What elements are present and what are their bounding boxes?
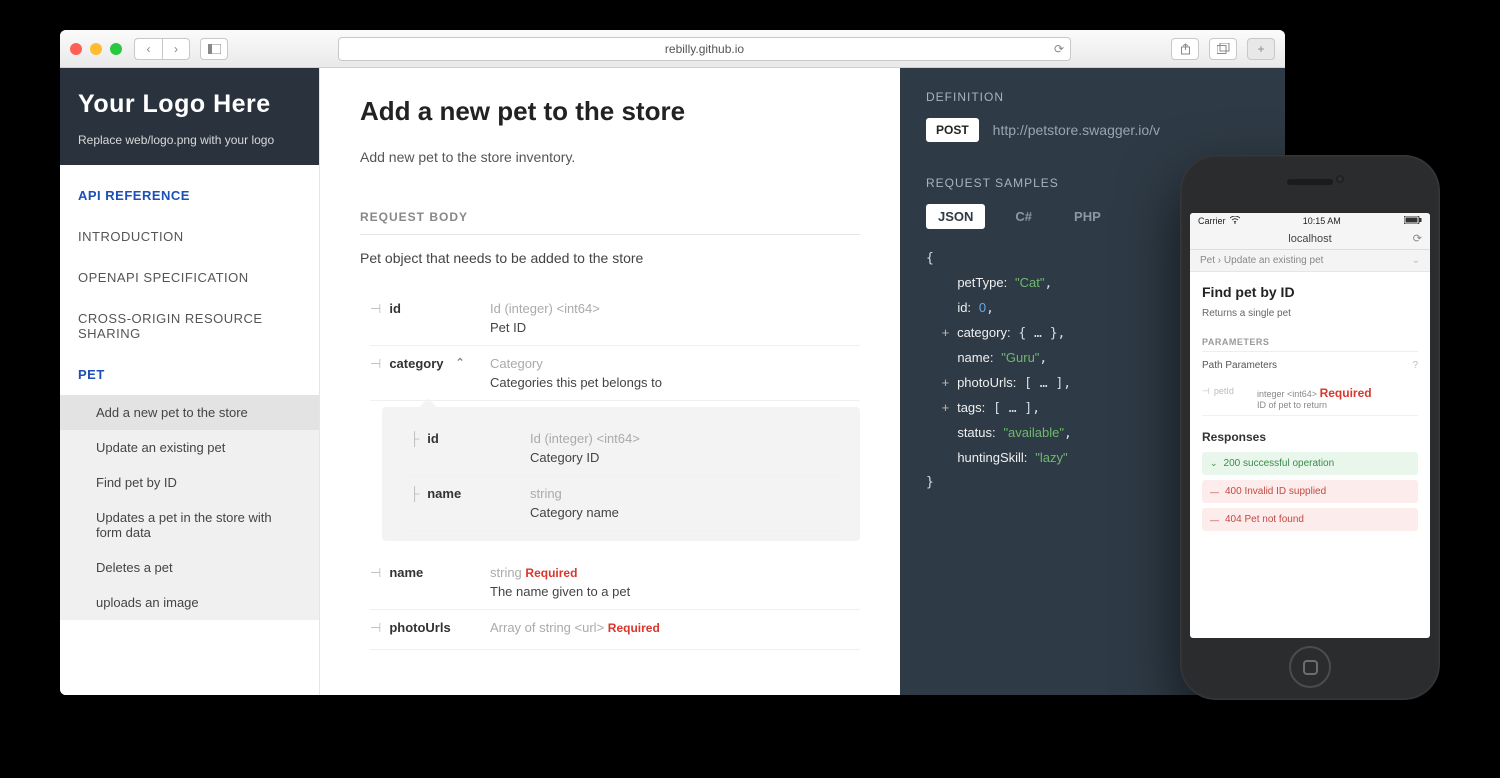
method-badge: POST: [926, 118, 979, 142]
mobile-url: localhost: [1288, 233, 1331, 245]
divider: [360, 234, 860, 235]
url-text: rebilly.github.io: [665, 42, 744, 56]
main: Add a new pet to the store Add new pet t…: [320, 68, 1285, 695]
mobile-main: Find pet by ID Returns a single pet PARA…: [1190, 272, 1430, 638]
response-200[interactable]: ⌄200 successful operation: [1202, 452, 1418, 475]
sidebar-toggle-button[interactable]: [200, 38, 228, 60]
sample-tab[interactable]: JSON: [926, 204, 985, 229]
subnav-item[interactable]: Find pet by ID: [60, 465, 319, 500]
nav-item[interactable]: API REFERENCE: [60, 175, 319, 216]
forward-button[interactable]: ›: [162, 38, 190, 60]
logo-block: Your Logo Here Replace web/logo.png with…: [60, 68, 319, 165]
url-bar[interactable]: rebilly.github.io ⟳: [338, 37, 1071, 61]
phone-device: Carrier 10:15 AM localhost ⟳ Pet › Updat…: [1180, 155, 1440, 700]
responses-label: Responses: [1202, 430, 1418, 444]
logo-title: Your Logo Here: [78, 90, 301, 119]
share-button[interactable]: [1171, 38, 1199, 60]
path-params-label: Path Parameters: [1202, 360, 1277, 371]
minimize-icon[interactable]: [90, 43, 102, 55]
mobile-urlbar[interactable]: localhost ⟳: [1190, 228, 1430, 250]
mobile-param-row: ⊣petId integer <int64> Required ID of pe…: [1202, 381, 1418, 416]
help-icon[interactable]: ?: [1412, 360, 1418, 371]
app-body: Your Logo Here Replace web/logo.png with…: [60, 68, 1285, 695]
back-button[interactable]: ‹: [134, 38, 162, 60]
required-badge: Required: [1320, 386, 1372, 400]
page-title: Add a new pet to the store: [360, 96, 860, 127]
sample-tab[interactable]: C#: [1003, 204, 1044, 229]
nav-item[interactable]: INTRODUCTION: [60, 216, 319, 257]
param-row: ⊣idId (integer) <int64> Pet ID: [370, 291, 860, 346]
nested-params: ├idId (integer) <int64> Category ID├name…: [382, 407, 860, 541]
parameters-label: PARAMETERS: [1202, 337, 1418, 352]
zoom-icon[interactable]: [110, 43, 122, 55]
params-list: ⊣idId (integer) <int64> Pet ID⊣category⌃…: [360, 291, 860, 650]
nav-item[interactable]: PET: [60, 354, 319, 395]
nav-buttons: ‹ ›: [134, 38, 190, 60]
traffic-lights: [70, 43, 122, 55]
subnav-item[interactable]: Deletes a pet: [60, 550, 319, 585]
param-desc: ID of pet to return: [1257, 400, 1327, 410]
mobile-desc: Returns a single pet: [1202, 308, 1418, 319]
reload-icon[interactable]: ⟳: [1054, 42, 1064, 56]
subnav-item[interactable]: uploads an image: [60, 585, 319, 620]
mobile-title: Find pet by ID: [1202, 284, 1418, 300]
mobile-reload-icon[interactable]: ⟳: [1413, 232, 1422, 245]
battery-icon: [1404, 216, 1422, 226]
time-label: 10:15 AM: [1303, 216, 1341, 226]
home-button[interactable]: [1289, 646, 1331, 688]
response-404[interactable]: —404 Pet not found: [1202, 508, 1418, 531]
wifi-icon: [1230, 216, 1240, 226]
mobile-crumb[interactable]: Pet › Update an existing pet ⌄: [1190, 250, 1430, 272]
nav-item[interactable]: OPENAPI SPECIFICATION: [60, 257, 319, 298]
param-row: ⊣photoUrlsArray of string <url> Required: [370, 610, 860, 650]
param-row: ⊣namestring RequiredThe name given to a …: [370, 555, 860, 610]
nav-item[interactable]: CROSS-ORIGIN RESOURCE SHARING: [60, 298, 319, 354]
camera-icon: [1336, 175, 1344, 183]
path-params-row: Path Parameters ?: [1202, 360, 1418, 371]
sample-tab[interactable]: PHP: [1062, 204, 1113, 229]
status-bar: Carrier 10:15 AM: [1190, 213, 1430, 228]
subnav-item[interactable]: Update an existing pet: [60, 430, 319, 465]
logo-subtitle: Replace web/logo.png with your logo: [78, 133, 301, 147]
titlebar: ‹ › rebilly.github.io ⟳ +: [60, 30, 1285, 68]
crumb-text: Pet › Update an existing pet: [1200, 255, 1323, 266]
param-type: integer <int64>: [1257, 389, 1317, 399]
definition-url: http://petstore.swagger.io/v: [993, 122, 1160, 138]
toolbar-right: +: [1171, 38, 1275, 60]
tabs-button[interactable]: [1209, 38, 1237, 60]
phone-screen: Carrier 10:15 AM localhost ⟳ Pet › Updat…: [1190, 213, 1430, 638]
definition-label: DEFINITION: [926, 90, 1259, 104]
subnav-item[interactable]: Updates a pet in the store with form dat…: [60, 500, 319, 550]
response-400[interactable]: —400 Invalid ID supplied: [1202, 480, 1418, 503]
nav: API REFERENCEINTRODUCTIONOPENAPI SPECIFI…: [60, 165, 319, 395]
browser-window: ‹ › rebilly.github.io ⟳ + Your Logo Here…: [60, 30, 1285, 695]
request-body-desc: Pet object that needs to be added to the…: [360, 250, 860, 266]
new-tab-button[interactable]: +: [1247, 38, 1275, 60]
content: Add a new pet to the store Add new pet t…: [320, 68, 900, 695]
param-row: ├idId (integer) <int64> Category ID: [410, 421, 842, 476]
carrier-label: Carrier: [1198, 216, 1226, 226]
chevron-down-icon[interactable]: ⌄: [1412, 255, 1420, 266]
definition-row: POST http://petstore.swagger.io/v: [926, 118, 1259, 142]
param-name: petId: [1214, 386, 1234, 410]
request-body-label: REQUEST BODY: [360, 210, 860, 224]
param-row: ⊣category⌃Category Categories this pet b…: [370, 346, 860, 401]
subnav-item[interactable]: Add a new pet to the store: [60, 395, 319, 430]
subnav: Add a new pet to the storeUpdate an exis…: [60, 395, 319, 620]
sidebar: Your Logo Here Replace web/logo.png with…: [60, 68, 320, 695]
close-icon[interactable]: [70, 43, 82, 55]
param-row: ├namestring Category name: [410, 476, 842, 531]
page-description: Add new pet to the store inventory.: [360, 149, 860, 165]
